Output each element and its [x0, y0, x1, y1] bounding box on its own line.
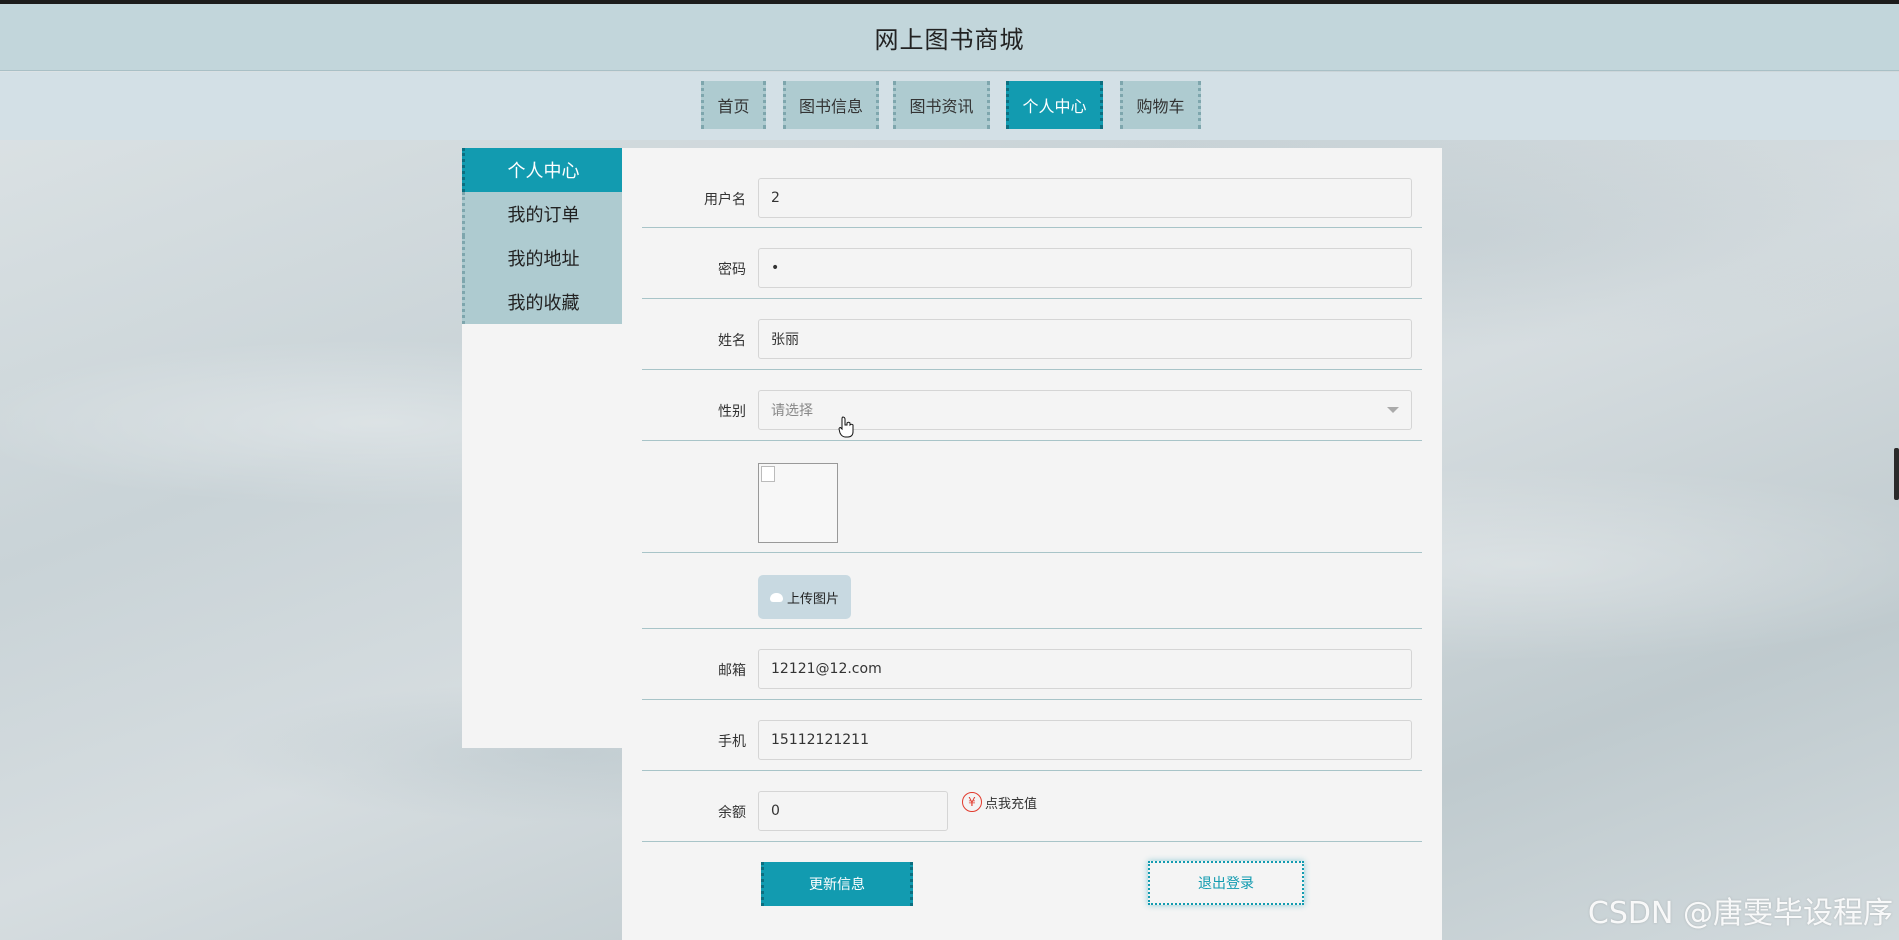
- sidebar-item-favorites[interactable]: 我的收藏: [462, 280, 622, 324]
- broken-image-icon: [761, 466, 775, 482]
- nav-book-news[interactable]: 图书资讯: [893, 81, 990, 129]
- email-input[interactable]: 12121@12.com: [758, 649, 1412, 689]
- nav-cart[interactable]: 购物车: [1120, 81, 1201, 129]
- header: 网上图书商城: [0, 4, 1899, 71]
- sidebar-item-personal-center[interactable]: 个人中心: [462, 148, 622, 192]
- phone-input[interactable]: 15112121211: [758, 720, 1412, 760]
- password-label: 密码: [718, 262, 746, 278]
- form-row-password: 密码 •: [642, 228, 1422, 299]
- cloud-upload-icon: [769, 592, 783, 602]
- nav-book-info[interactable]: 图书信息: [783, 81, 879, 129]
- username-label: 用户名: [704, 192, 746, 208]
- email-label: 邮箱: [718, 663, 746, 679]
- watermark: CSDN @唐雯毕设程序: [1587, 896, 1893, 931]
- yen-icon: ¥: [962, 792, 982, 812]
- form-row-gender: 性别 请选择: [642, 370, 1422, 441]
- logout-button[interactable]: 退出登录: [1148, 861, 1304, 905]
- balance-label: 余额: [718, 805, 746, 821]
- site-title: 网上图书商城: [874, 25, 1025, 54]
- balance-input[interactable]: 0: [758, 791, 948, 831]
- update-info-button[interactable]: 更新信息: [761, 862, 913, 906]
- sidebar: 个人中心 我的订单 我的地址 我的收藏: [462, 148, 622, 748]
- scrollbar-thumb[interactable]: [1894, 448, 1899, 500]
- form-row-avatar: [642, 441, 1422, 553]
- upload-image-button[interactable]: 上传图片: [758, 575, 851, 619]
- upload-label: 上传图片: [786, 591, 839, 607]
- password-input[interactable]: •: [758, 248, 1412, 288]
- recharge-label: 点我充值: [985, 796, 1038, 812]
- phone-label: 手机: [718, 734, 746, 750]
- hand-pointer-icon: [838, 416, 854, 438]
- chevron-down-icon: [1387, 407, 1399, 413]
- nav-home[interactable]: 首页: [701, 81, 766, 129]
- form-row-username: 用户名 2: [642, 148, 1422, 228]
- main-nav: 首页 图书信息 图书资讯 个人中心 购物车: [0, 72, 1899, 140]
- form-row-upload: 上传图片: [642, 553, 1422, 629]
- gender-select[interactable]: 请选择: [758, 390, 1412, 430]
- profile-form: 用户名 2 密码 • 姓名 张丽 性别 请选择 上传图片 邮箱 12121@12…: [622, 148, 1442, 940]
- gender-select-value: 请选择: [771, 403, 813, 419]
- recharge-link[interactable]: ¥ 点我充值: [962, 792, 1037, 812]
- gender-label: 性别: [718, 404, 746, 420]
- form-row-email: 邮箱 12121@12.com: [642, 629, 1422, 700]
- username-input[interactable]: 2: [758, 178, 1412, 218]
- sidebar-item-address[interactable]: 我的地址: [462, 236, 622, 280]
- form-row-name: 姓名 张丽: [642, 299, 1422, 370]
- form-row-phone: 手机 15112121211: [642, 700, 1422, 771]
- sidebar-item-orders[interactable]: 我的订单: [462, 192, 622, 236]
- avatar-image: [758, 463, 838, 543]
- form-row-balance: 余额 0 ¥ 点我充值: [642, 771, 1422, 842]
- nav-personal-center[interactable]: 个人中心: [1006, 81, 1103, 129]
- name-label: 姓名: [718, 333, 746, 349]
- name-input[interactable]: 张丽: [758, 319, 1412, 359]
